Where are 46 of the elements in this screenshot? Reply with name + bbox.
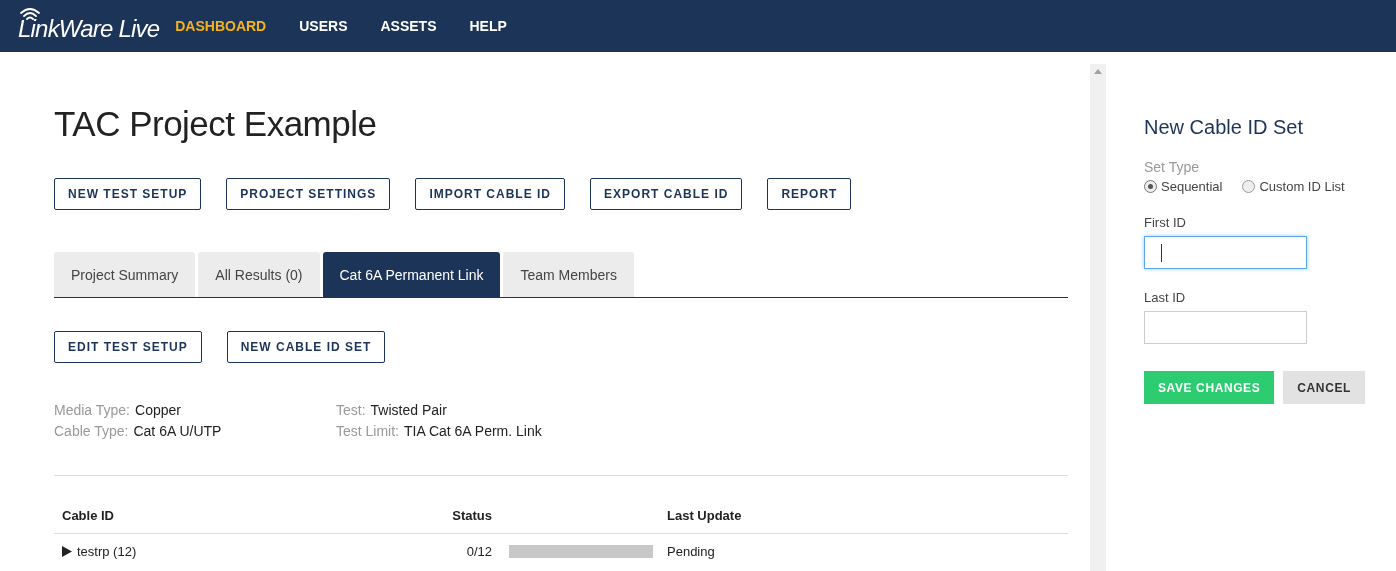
detail-label: Test Limit: bbox=[336, 423, 399, 439]
column-header: Last Update bbox=[667, 508, 742, 523]
nav-link[interactable]: HELP bbox=[469, 18, 507, 34]
detail-label: Media Type: bbox=[54, 402, 130, 418]
outline-button[interactable]: PROJECT SETTINGS bbox=[226, 178, 391, 210]
tab[interactable]: All Results (0) bbox=[198, 252, 320, 297]
table-cell-text: 0/12 bbox=[465, 544, 492, 559]
outline-button[interactable]: NEW CABLE ID SET bbox=[226, 331, 386, 363]
detail-value: Copper bbox=[135, 402, 181, 418]
outline-button[interactable]: IMPORT CABLE ID bbox=[415, 178, 566, 210]
field-label: Last ID bbox=[1144, 290, 1187, 305]
detail-value: Cat 6A U/UTP bbox=[133, 423, 222, 439]
outline-button[interactable]: EDIT TEST SETUP bbox=[54, 331, 202, 363]
nav-link[interactable]: DASHBOARD bbox=[175, 18, 267, 34]
outline-button[interactable]: EXPORT CABLE ID bbox=[590, 178, 743, 210]
wifi-icon bbox=[19, 7, 41, 20]
radio-option[interactable]: Sequential bbox=[1144, 179, 1223, 194]
caret-right-icon[interactable] bbox=[62, 546, 72, 557]
detail-label: Cable Type: bbox=[54, 423, 129, 439]
cancel-button[interactable]: CANCEL bbox=[1283, 371, 1365, 404]
detail-value: Twisted Pair bbox=[370, 402, 447, 418]
table-cell: Pending bbox=[667, 544, 715, 559]
column-header: Cable ID bbox=[61, 508, 115, 523]
radio-option[interactable]: Custom ID List bbox=[1242, 179, 1345, 194]
project-title: TAC Project Example bbox=[54, 104, 378, 144]
scroll-up-icon[interactable] bbox=[1094, 69, 1102, 74]
radio-button[interactable] bbox=[1144, 180, 1157, 193]
detail-label: Test: bbox=[336, 402, 366, 418]
tab[interactable]: Project Summary bbox=[54, 252, 196, 297]
table-cell: testrp (12) bbox=[77, 544, 137, 559]
logo[interactable]: LinkWare Live bbox=[18, 9, 160, 43]
scrollbar[interactable] bbox=[1090, 64, 1106, 571]
detail-value: TIA Cat 6A Perm. Link bbox=[404, 423, 542, 439]
column-header: Status bbox=[451, 508, 492, 523]
tab[interactable]: Team Members bbox=[503, 252, 634, 297]
outline-button[interactable]: NEW TEST SETUP bbox=[54, 178, 202, 210]
field-label: First ID bbox=[1144, 215, 1187, 230]
outline-button[interactable]: REPORT bbox=[767, 178, 852, 210]
nav-link[interactable]: USERS bbox=[299, 18, 348, 34]
input-field[interactable] bbox=[1144, 236, 1307, 269]
nav-link[interactable]: ASSETS bbox=[380, 18, 437, 34]
radio-button[interactable] bbox=[1242, 180, 1256, 193]
tab[interactable]: Cat 6A Permanent Link bbox=[322, 252, 501, 297]
field-label: Set Type bbox=[1144, 159, 1200, 175]
panel-title: New Cable ID Set bbox=[1144, 116, 1304, 139]
input-field[interactable] bbox=[1144, 311, 1307, 344]
